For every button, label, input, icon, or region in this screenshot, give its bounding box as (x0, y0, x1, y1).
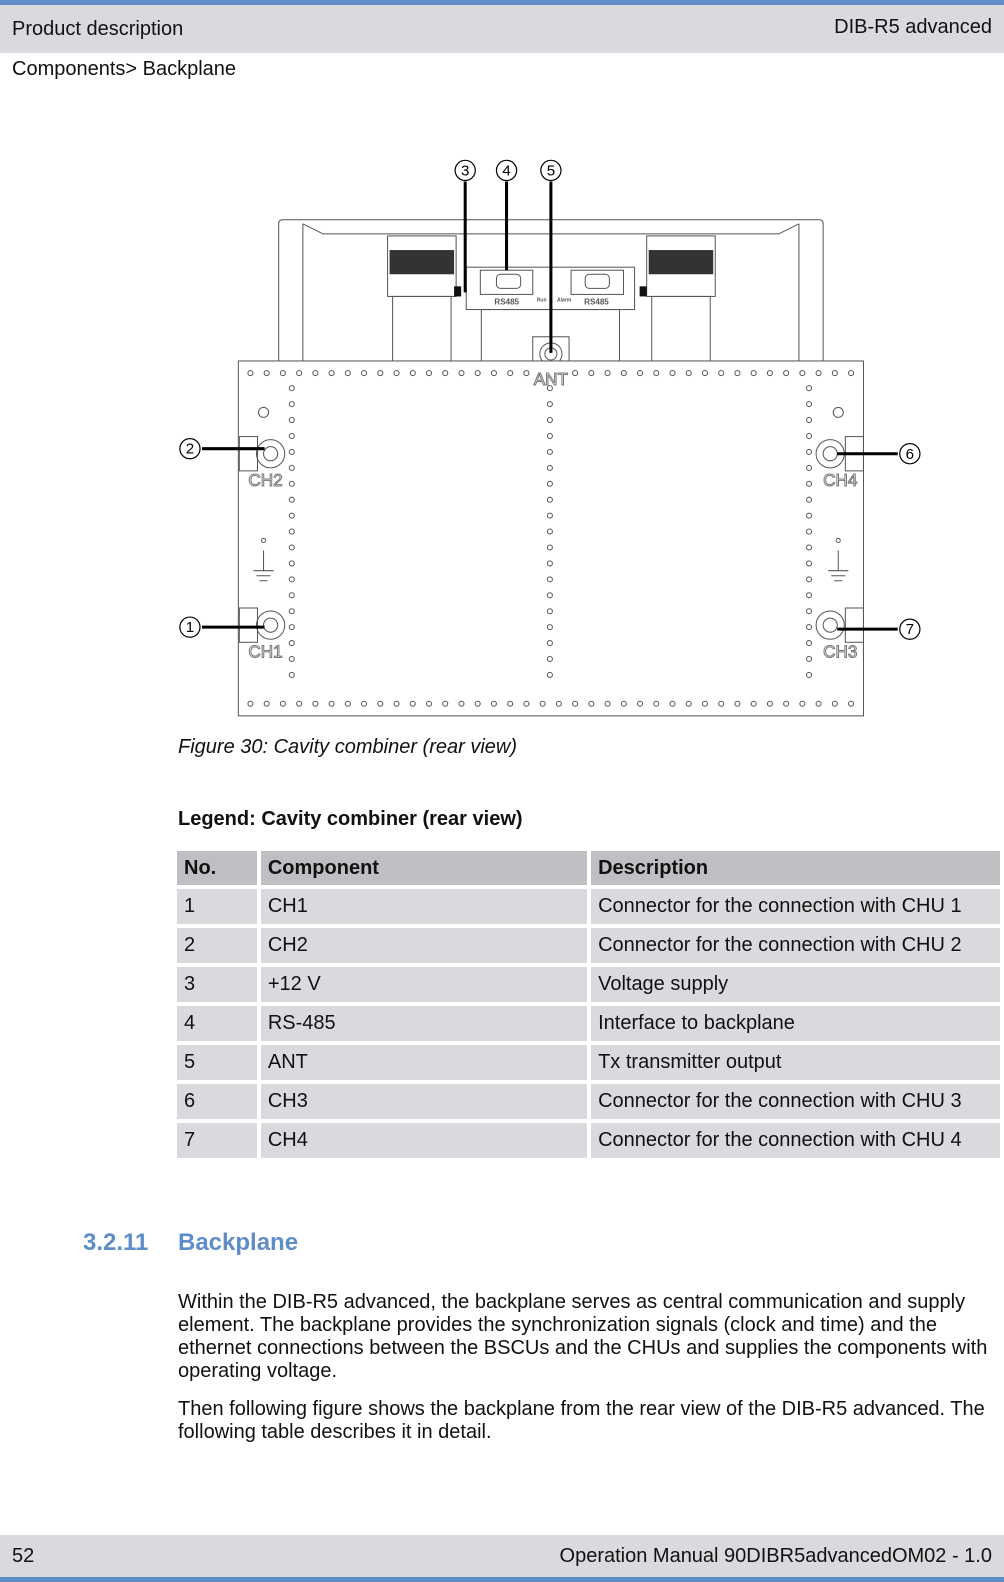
callout-6: 6 (906, 446, 914, 463)
callout-7: 7 (906, 621, 914, 638)
rs485-right-label: RS485 (584, 298, 609, 307)
section-title: Backplane (178, 1229, 299, 1256)
page-number: 52 (12, 1545, 35, 1567)
paragraph-1: Within the DIB-R5 advanced, the backplan… (178, 1291, 988, 1382)
callout-5: 5 (547, 162, 555, 179)
cell-description: Interface to backplane (591, 1006, 1000, 1041)
cell-description: Voltage supply (591, 967, 1000, 1002)
table-row: 1 CH1 Connector for the connection with CH… (177, 889, 1000, 924)
bottom-accent-bar (0, 1577, 1004, 1582)
legend-table: No. Component Description 1 CH1 Connector … (173, 847, 1004, 1162)
cell-component: CH2 (260, 928, 588, 963)
col-no: No. (177, 851, 257, 885)
cell-description: Tx transmitter output (591, 1045, 1000, 1080)
cell-no: 7 (177, 1123, 257, 1158)
table-row: 4 RS-485 Interface to backplane (177, 1006, 1000, 1041)
cell-component: RS-485 (260, 1006, 588, 1041)
paragraph-2: Then following figure shows the backplan… (178, 1398, 985, 1443)
run-label: Run (537, 297, 547, 303)
table-row: 3 +12 V Voltage supply (177, 967, 1000, 1002)
table-row: 5 ANT Tx transmitter output (177, 1045, 1000, 1080)
cell-description: Connector for the connection with CHU 4 (591, 1123, 1000, 1158)
combiner-panel (237, 360, 864, 717)
table-row: 6 CH3 Connector for the connection with CH… (177, 1084, 1000, 1119)
document-id: Operation Manual 90DIBR5advancedOM02 - 1… (559, 1545, 992, 1567)
cell-component: ANT (260, 1045, 588, 1080)
ch4-label: CH4 (823, 470, 858, 490)
cell-component: CH3 (260, 1084, 588, 1119)
col-component: Component (260, 851, 588, 885)
power-plug-right (639, 286, 647, 297)
cell-no: 5 (177, 1045, 257, 1080)
callout-4: 4 (502, 162, 510, 179)
cell-no: 6 (177, 1084, 257, 1119)
cell-no: 3 (177, 967, 257, 1002)
cell-no: 4 (177, 1006, 257, 1041)
table-row: 7 CH4 Connector for the connection with CH… (177, 1123, 1000, 1158)
figure-caption: Figure 30: Cavity combiner (rear view) (178, 736, 517, 758)
cell-description: Connector for the connection with CHU 2 (591, 928, 1000, 963)
alarm-label: Alarm (557, 297, 572, 303)
ch3-label: CH3 (823, 641, 857, 661)
legend-title: Legend: Cavity combiner (rear view) (178, 808, 523, 830)
col-description: Description (591, 851, 1000, 885)
cavity-combiner-figure: RS485 RS485 Run Alarm ANT CH2 CH1 CH4 CH… (179, 159, 921, 717)
power-plug-left (454, 286, 462, 297)
rs485-left-label: RS485 (494, 298, 519, 307)
cell-component: +12 V (260, 967, 588, 1002)
ch2-label: CH2 (248, 470, 282, 490)
fan-fins-right (648, 250, 714, 275)
section-number: 3.2.11 (83, 1229, 149, 1256)
callout-2: 2 (186, 441, 194, 458)
cell-description: Connector for the connection with CHU 1 (591, 889, 1000, 924)
page-footer: 52 Operation Manual 90DIBR5advancedOM02 … (0, 1535, 1004, 1577)
ch1-label: CH1 (248, 641, 282, 661)
callout-1: 1 (186, 619, 194, 636)
ant-label: ANT (534, 369, 569, 389)
cell-component: CH4 (260, 1123, 588, 1158)
cell-no: 2 (177, 928, 257, 963)
cell-description: Connector for the connection with CHU 3 (591, 1084, 1000, 1119)
callout-3: 3 (461, 162, 469, 179)
cell-no: 1 (177, 889, 257, 924)
table-row: 2 CH2 Connector for the connection with CH… (177, 928, 1000, 963)
fan-fins-left (389, 250, 455, 275)
cell-component: CH1 (260, 889, 588, 924)
